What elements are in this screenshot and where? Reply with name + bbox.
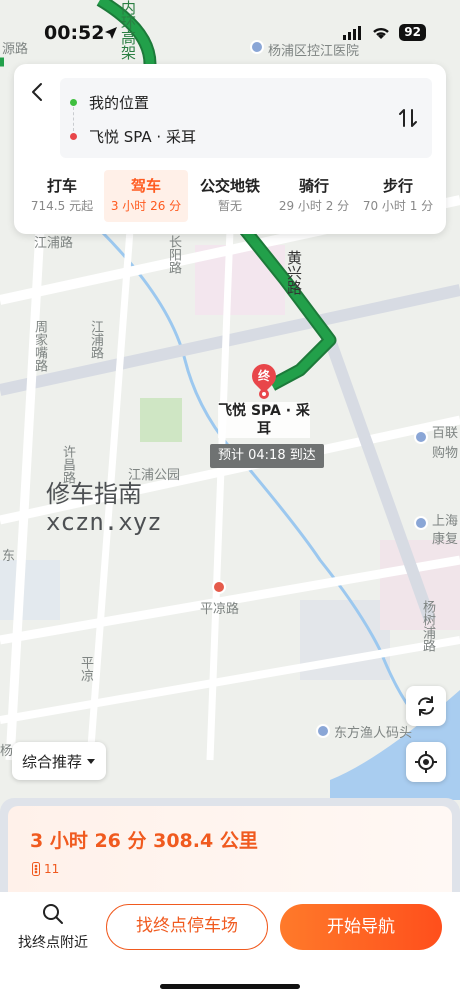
map-label-changyang-road: 长阳路	[166, 235, 181, 274]
map-label-pingliang: 平凉	[78, 656, 93, 682]
metro-station-icon	[212, 580, 226, 594]
arrival-time-chip: 预计 04:18 到达	[210, 444, 324, 468]
origin-label: 我的位置	[89, 94, 150, 112]
sort-label: 综合推荐	[22, 752, 83, 771]
map-label-kangfu: 康复	[432, 532, 459, 547]
find-parking-button[interactable]: 找终点停车场	[106, 904, 268, 950]
tab-cycle-sub: 29 小时 2 分	[278, 199, 350, 213]
tab-taxi-sub: 714.5 元起	[30, 199, 94, 213]
back-arrow-icon[interactable]	[26, 80, 50, 104]
watermark-text: 修车指南	[46, 480, 142, 508]
battery-level: 92	[399, 24, 426, 41]
origin-row[interactable]: 我的位置	[70, 92, 149, 113]
route-plan-card[interactable]: 3 小时 26 分 308.4 公里 11	[8, 806, 452, 902]
status-bar: 00:52 92	[0, 0, 460, 62]
tab-transit-sub: 暂无	[217, 199, 242, 213]
refresh-icon	[418, 696, 434, 716]
wifi-icon	[373, 27, 390, 39]
refresh-button[interactable]	[406, 686, 446, 726]
status-indicators: 92	[343, 24, 426, 41]
nearby-search-button[interactable]: 找终点附近	[10, 902, 96, 952]
start-navigation-button[interactable]: 开始导航	[280, 904, 442, 950]
destination-row[interactable]: 飞悦 SPA · 采耳	[70, 126, 196, 147]
tab-drive[interactable]: 驾车 3 小时 26 分	[104, 170, 188, 222]
traffic-light-icon	[32, 862, 40, 876]
map-label-huangxing-road: 黄兴路	[285, 250, 303, 295]
map-label-jiangpu-vertical: 江浦路	[88, 320, 103, 359]
map-label-dongfang-pier: 东方渔人码头	[334, 726, 413, 741]
crosshair-icon	[415, 751, 437, 773]
home-indicator	[160, 984, 300, 989]
tab-drive-label: 驾车	[130, 177, 161, 195]
clinic-pin-icon	[414, 516, 428, 530]
tab-walk-label: 步行	[382, 177, 413, 195]
map-label-gouwu: 购物	[432, 446, 459, 461]
map-label-xuchang-road: 许昌路	[60, 445, 75, 484]
destination-badge-text: 终	[257, 369, 270, 383]
caret-down-icon	[87, 759, 96, 764]
location-arrow-icon	[105, 27, 117, 39]
destination-dot-icon	[70, 133, 77, 140]
map-label-shanghai: 上海	[432, 514, 459, 529]
traffic-lights-count: 11	[32, 862, 59, 876]
signal-icon	[343, 25, 362, 40]
origin-dot-icon	[70, 99, 77, 106]
destination-map-label[interactable]: 飞悦 SPA · 采耳	[218, 402, 310, 438]
tab-transit[interactable]: 公交地铁 暂无	[188, 170, 272, 222]
traffic-lights-value: 11	[44, 862, 60, 876]
tab-cycle[interactable]: 骑行 29 小时 2 分	[272, 170, 356, 222]
action-bar: 找终点附近 找终点停车场 开始导航	[0, 892, 460, 1000]
map-label-pingliang-road: 平凉路	[200, 602, 240, 617]
tab-walk-sub: 70 小时 1 分	[362, 199, 434, 213]
map-label-jiangpu-road: 江浦路	[34, 236, 74, 251]
origin-destination-box: 我的位置 飞悦 SPA · 采耳	[60, 78, 432, 158]
travel-mode-tabs: 打车 714.5 元起 驾车 3 小时 26 分 公交地铁 暂无 骑行 29 小…	[20, 170, 440, 222]
map-label-bailian: 百联	[432, 426, 459, 441]
route-card: 我的位置 飞悦 SPA · 采耳 打车 714.5 元起 驾车 3 小时 26 …	[14, 64, 446, 234]
tab-taxi-label: 打车	[46, 177, 77, 195]
map-label-yangshupu: 杨树浦路	[420, 600, 435, 652]
route-summary: 3 小时 26 分 308.4 公里	[30, 830, 258, 852]
swap-icon[interactable]	[396, 106, 420, 130]
tab-drive-sub: 3 小时 26 分	[110, 199, 182, 213]
destination-dot-icon	[259, 389, 269, 399]
search-icon	[43, 904, 63, 924]
status-time: 00:52	[44, 22, 105, 44]
locate-button[interactable]	[406, 742, 446, 782]
nearby-label: 找终点附近	[18, 935, 88, 951]
map-label-dong: 东	[2, 549, 16, 564]
mall-pin-icon	[414, 430, 428, 444]
tab-cycle-label: 骑行	[298, 177, 329, 195]
pier-pin-icon	[316, 724, 330, 738]
map-label-zhoujiazui-road: 周家嘴路	[32, 320, 47, 372]
tab-taxi[interactable]: 打车 714.5 元起	[20, 170, 104, 222]
tab-transit-label: 公交地铁	[199, 177, 260, 195]
destination-label: 飞悦 SPA · 采耳	[89, 128, 196, 146]
sort-dropdown[interactable]: 综合推荐	[12, 742, 107, 780]
tab-walk[interactable]: 步行 70 小时 1 分	[356, 170, 440, 222]
watermark-url: xczn.xyz	[46, 508, 162, 536]
